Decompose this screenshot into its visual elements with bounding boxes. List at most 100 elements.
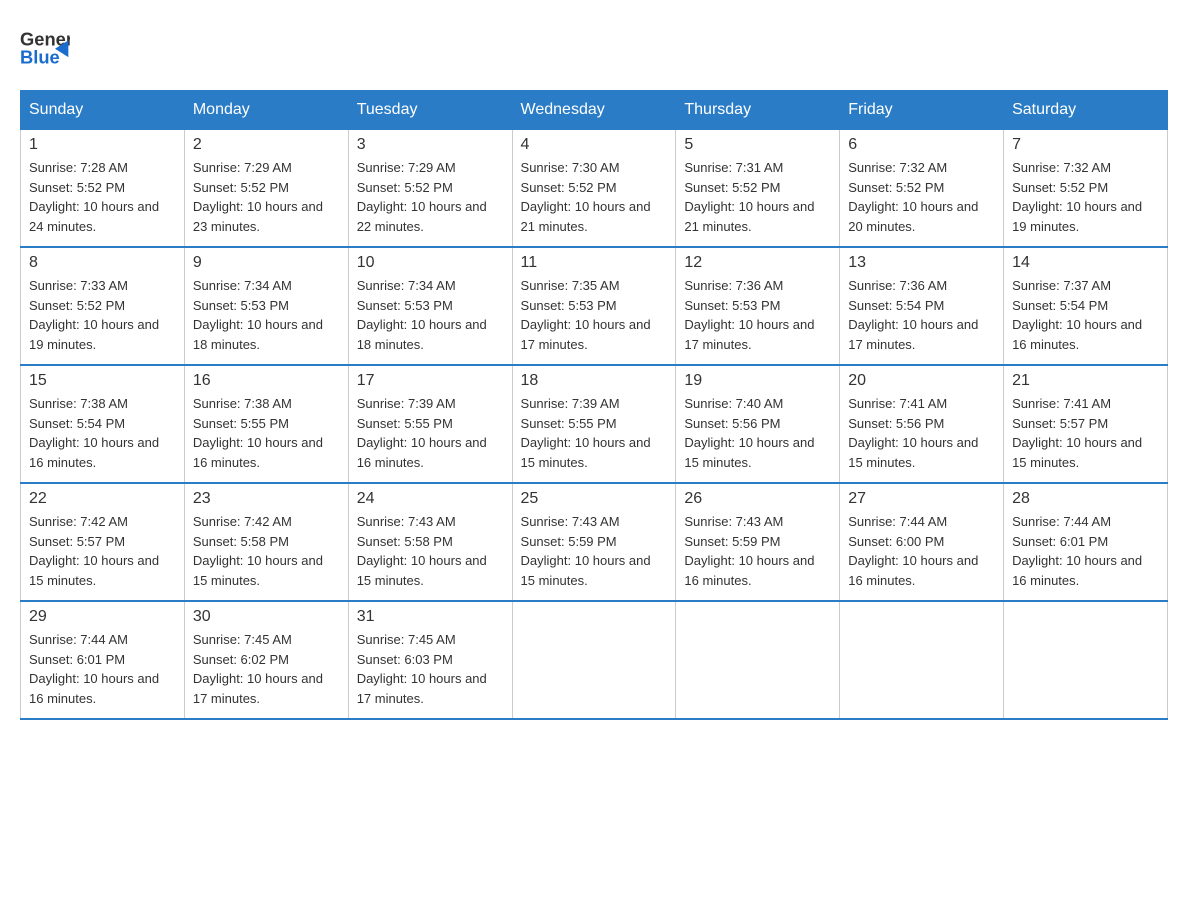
day-info: Sunrise: 7:38 AMSunset: 5:54 PMDaylight:…: [29, 396, 159, 470]
day-cell-4: 4 Sunrise: 7:30 AMSunset: 5:52 PMDayligh…: [512, 130, 676, 248]
day-number: 26: [684, 490, 831, 508]
week-row-5: 29 Sunrise: 7:44 AMSunset: 6:01 PMDaylig…: [21, 601, 1168, 719]
day-number: 9: [193, 254, 340, 272]
day-cell-31: 31 Sunrise: 7:45 AMSunset: 6:03 PMDaylig…: [348, 601, 512, 719]
day-info: Sunrise: 7:30 AMSunset: 5:52 PMDaylight:…: [521, 160, 651, 234]
day-number: 27: [848, 490, 995, 508]
day-number: 18: [521, 372, 668, 390]
day-info: Sunrise: 7:43 AMSunset: 5:58 PMDaylight:…: [357, 514, 487, 588]
day-number: 6: [848, 136, 995, 154]
day-cell-17: 17 Sunrise: 7:39 AMSunset: 5:55 PMDaylig…: [348, 365, 512, 483]
day-number: 11: [521, 254, 668, 272]
day-number: 4: [521, 136, 668, 154]
day-cell-18: 18 Sunrise: 7:39 AMSunset: 5:55 PMDaylig…: [512, 365, 676, 483]
day-cell-26: 26 Sunrise: 7:43 AMSunset: 5:59 PMDaylig…: [676, 483, 840, 601]
day-number: 15: [29, 372, 176, 390]
empty-cell: [676, 601, 840, 719]
day-number: 2: [193, 136, 340, 154]
day-number: 20: [848, 372, 995, 390]
day-number: 17: [357, 372, 504, 390]
day-cell-21: 21 Sunrise: 7:41 AMSunset: 5:57 PMDaylig…: [1004, 365, 1168, 483]
day-info: Sunrise: 7:35 AMSunset: 5:53 PMDaylight:…: [521, 278, 651, 352]
day-number: 30: [193, 608, 340, 626]
header-wednesday: Wednesday: [512, 91, 676, 130]
day-cell-24: 24 Sunrise: 7:43 AMSunset: 5:58 PMDaylig…: [348, 483, 512, 601]
day-cell-7: 7 Sunrise: 7:32 AMSunset: 5:52 PMDayligh…: [1004, 130, 1168, 248]
week-row-1: 1 Sunrise: 7:28 AMSunset: 5:52 PMDayligh…: [21, 130, 1168, 248]
day-number: 10: [357, 254, 504, 272]
day-info: Sunrise: 7:42 AMSunset: 5:58 PMDaylight:…: [193, 514, 323, 588]
day-info: Sunrise: 7:36 AMSunset: 5:53 PMDaylight:…: [684, 278, 814, 352]
day-cell-1: 1 Sunrise: 7:28 AMSunset: 5:52 PMDayligh…: [21, 130, 185, 248]
day-number: 24: [357, 490, 504, 508]
day-info: Sunrise: 7:43 AMSunset: 5:59 PMDaylight:…: [521, 514, 651, 588]
day-cell-10: 10 Sunrise: 7:34 AMSunset: 5:53 PMDaylig…: [348, 247, 512, 365]
day-number: 13: [848, 254, 995, 272]
day-info: Sunrise: 7:36 AMSunset: 5:54 PMDaylight:…: [848, 278, 978, 352]
day-info: Sunrise: 7:39 AMSunset: 5:55 PMDaylight:…: [521, 396, 651, 470]
day-number: 16: [193, 372, 340, 390]
day-cell-8: 8 Sunrise: 7:33 AMSunset: 5:52 PMDayligh…: [21, 247, 185, 365]
logo: General Blue: [20, 20, 70, 70]
day-cell-6: 6 Sunrise: 7:32 AMSunset: 5:52 PMDayligh…: [840, 130, 1004, 248]
day-cell-25: 25 Sunrise: 7:43 AMSunset: 5:59 PMDaylig…: [512, 483, 676, 601]
day-number: 21: [1012, 372, 1159, 390]
day-info: Sunrise: 7:43 AMSunset: 5:59 PMDaylight:…: [684, 514, 814, 588]
day-cell-3: 3 Sunrise: 7:29 AMSunset: 5:52 PMDayligh…: [348, 130, 512, 248]
day-info: Sunrise: 7:28 AMSunset: 5:52 PMDaylight:…: [29, 160, 159, 234]
header-saturday: Saturday: [1004, 91, 1168, 130]
header-monday: Monday: [184, 91, 348, 130]
day-info: Sunrise: 7:44 AMSunset: 6:00 PMDaylight:…: [848, 514, 978, 588]
day-number: 3: [357, 136, 504, 154]
day-number: 28: [1012, 490, 1159, 508]
day-cell-27: 27 Sunrise: 7:44 AMSunset: 6:00 PMDaylig…: [840, 483, 1004, 601]
day-cell-2: 2 Sunrise: 7:29 AMSunset: 5:52 PMDayligh…: [184, 130, 348, 248]
week-row-3: 15 Sunrise: 7:38 AMSunset: 5:54 PMDaylig…: [21, 365, 1168, 483]
day-number: 19: [684, 372, 831, 390]
day-number: 29: [29, 608, 176, 626]
day-cell-12: 12 Sunrise: 7:36 AMSunset: 5:53 PMDaylig…: [676, 247, 840, 365]
calendar-table: SundayMondayTuesdayWednesdayThursdayFrid…: [20, 90, 1168, 720]
day-info: Sunrise: 7:45 AMSunset: 6:02 PMDaylight:…: [193, 632, 323, 706]
day-cell-22: 22 Sunrise: 7:42 AMSunset: 5:57 PMDaylig…: [21, 483, 185, 601]
day-number: 22: [29, 490, 176, 508]
day-info: Sunrise: 7:31 AMSunset: 5:52 PMDaylight:…: [684, 160, 814, 234]
day-number: 23: [193, 490, 340, 508]
day-info: Sunrise: 7:34 AMSunset: 5:53 PMDaylight:…: [193, 278, 323, 352]
day-cell-13: 13 Sunrise: 7:36 AMSunset: 5:54 PMDaylig…: [840, 247, 1004, 365]
day-info: Sunrise: 7:41 AMSunset: 5:57 PMDaylight:…: [1012, 396, 1142, 470]
day-cell-19: 19 Sunrise: 7:40 AMSunset: 5:56 PMDaylig…: [676, 365, 840, 483]
day-number: 7: [1012, 136, 1159, 154]
day-info: Sunrise: 7:29 AMSunset: 5:52 PMDaylight:…: [193, 160, 323, 234]
empty-cell: [1004, 601, 1168, 719]
logo-icon: General Blue: [20, 20, 70, 70]
page-header: General Blue: [20, 20, 1168, 70]
day-info: Sunrise: 7:39 AMSunset: 5:55 PMDaylight:…: [357, 396, 487, 470]
day-number: 31: [357, 608, 504, 626]
empty-cell: [512, 601, 676, 719]
day-number: 5: [684, 136, 831, 154]
week-row-2: 8 Sunrise: 7:33 AMSunset: 5:52 PMDayligh…: [21, 247, 1168, 365]
svg-text:Blue: Blue: [20, 47, 60, 68]
day-number: 1: [29, 136, 176, 154]
day-number: 12: [684, 254, 831, 272]
day-cell-29: 29 Sunrise: 7:44 AMSunset: 6:01 PMDaylig…: [21, 601, 185, 719]
day-info: Sunrise: 7:37 AMSunset: 5:54 PMDaylight:…: [1012, 278, 1142, 352]
day-info: Sunrise: 7:42 AMSunset: 5:57 PMDaylight:…: [29, 514, 159, 588]
day-info: Sunrise: 7:38 AMSunset: 5:55 PMDaylight:…: [193, 396, 323, 470]
day-number: 8: [29, 254, 176, 272]
header-friday: Friday: [840, 91, 1004, 130]
day-info: Sunrise: 7:34 AMSunset: 5:53 PMDaylight:…: [357, 278, 487, 352]
day-cell-28: 28 Sunrise: 7:44 AMSunset: 6:01 PMDaylig…: [1004, 483, 1168, 601]
day-info: Sunrise: 7:33 AMSunset: 5:52 PMDaylight:…: [29, 278, 159, 352]
day-cell-30: 30 Sunrise: 7:45 AMSunset: 6:02 PMDaylig…: [184, 601, 348, 719]
weekday-header-row: SundayMondayTuesdayWednesdayThursdayFrid…: [21, 91, 1168, 130]
week-row-4: 22 Sunrise: 7:42 AMSunset: 5:57 PMDaylig…: [21, 483, 1168, 601]
day-info: Sunrise: 7:32 AMSunset: 5:52 PMDaylight:…: [848, 160, 978, 234]
day-info: Sunrise: 7:40 AMSunset: 5:56 PMDaylight:…: [684, 396, 814, 470]
day-cell-11: 11 Sunrise: 7:35 AMSunset: 5:53 PMDaylig…: [512, 247, 676, 365]
day-info: Sunrise: 7:44 AMSunset: 6:01 PMDaylight:…: [29, 632, 159, 706]
day-cell-5: 5 Sunrise: 7:31 AMSunset: 5:52 PMDayligh…: [676, 130, 840, 248]
day-cell-15: 15 Sunrise: 7:38 AMSunset: 5:54 PMDaylig…: [21, 365, 185, 483]
empty-cell: [840, 601, 1004, 719]
